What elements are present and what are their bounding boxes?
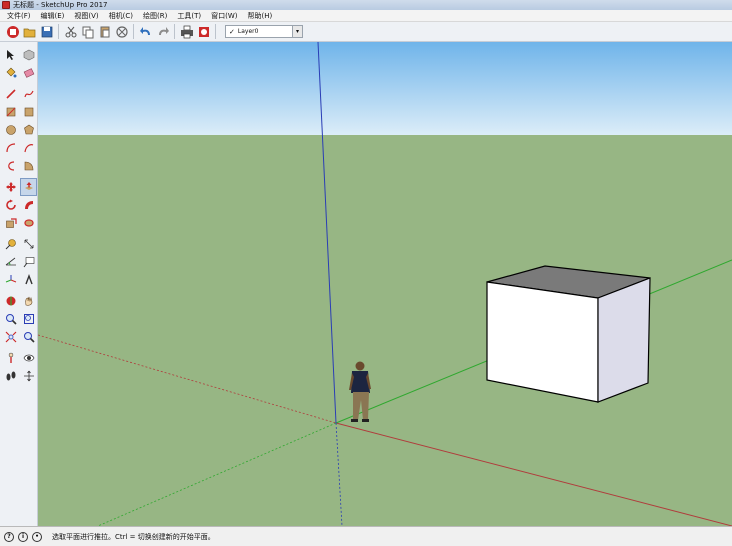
arc-icon[interactable] [2,139,19,157]
undo-icon[interactable] [137,23,154,40]
paint-bucket-icon[interactable] [2,64,19,82]
walk-icon[interactable] [2,367,19,385]
cut-icon[interactable] [62,23,79,40]
menu-window[interactable]: 窗口(W) [206,11,242,21]
layer-dropdown[interactable]: ✓ Layer0 ▾ [225,25,303,38]
dimension-icon[interactable] [20,235,37,253]
look-around-icon[interactable] [20,349,37,367]
new-file-icon[interactable] [4,23,21,40]
toolbar-separator [215,24,216,39]
print-icon[interactable] [178,23,195,40]
status-bar: ? i • 选取平面进行推拉。Ctrl = 切换创建新的开始平面。 [0,526,732,546]
rotate-icon[interactable] [2,196,19,214]
layer-dropdown-value: Layer0 [237,28,259,35]
save-icon[interactable] [38,23,55,40]
zoom-extents-icon[interactable] [2,328,19,346]
component-icon[interactable] [20,46,37,64]
chevron-down-icon[interactable]: ▾ [292,26,302,37]
section-plane-icon[interactable] [20,367,37,385]
freehand-icon[interactable] [20,85,37,103]
axes-icon[interactable] [2,271,19,289]
sky [38,42,732,135]
large-tool-set [0,42,38,526]
menu-file[interactable]: 文件(F) [2,11,36,21]
pie-icon[interactable] [20,157,37,175]
open-folder-icon[interactable] [21,23,38,40]
menu-draw[interactable]: 绘图(R) [138,11,172,21]
paste-icon[interactable] [96,23,113,40]
two-point-arc-icon[interactable] [20,139,37,157]
eraser-icon[interactable] [20,64,37,82]
figure-right-shoe [362,419,369,422]
figure-head [355,361,365,371]
rectangle-icon[interactable] [2,103,19,121]
polygon-icon[interactable] [20,121,37,139]
status-message: 选取平面进行推拉。Ctrl = 切换创建新的开始平面。 [52,532,215,541]
tape-measure-icon[interactable] [2,235,19,253]
toolbar-separator [174,24,175,39]
menu-bar: 文件(F) 编辑(E) 视图(V) 相机(C) 绘图(R) 工具(T) 窗口(W… [0,10,732,22]
zoom-icon[interactable] [2,310,19,328]
rotated-rectangle-icon[interactable] [20,103,37,121]
title-bar: 无标题 - SketchUp Pro 2017 [0,0,732,10]
figure-shirt [351,371,370,393]
offset-icon[interactable] [20,214,37,232]
toolbar-separator [58,24,59,39]
pan-icon[interactable] [20,292,37,310]
position-camera-icon[interactable] [2,349,19,367]
redo-icon[interactable] [154,23,171,40]
menu-help[interactable]: 帮助(H) [242,11,277,21]
model-viewport[interactable] [38,42,732,526]
push-pull-icon[interactable] [20,178,37,196]
box-side-face[interactable] [597,277,651,403]
credits-icon[interactable]: i [18,531,28,542]
erase-icon[interactable] [113,23,130,40]
scale-icon[interactable] [2,214,19,232]
sketchup-app-icon[interactable] [2,1,10,9]
circle-icon[interactable] [2,121,19,139]
window-title: 无标题 - SketchUp Pro 2017 [13,1,108,9]
move-icon[interactable] [2,178,19,196]
toolbar-separator [133,24,134,39]
user-icon[interactable]: • [32,531,42,542]
menu-tools[interactable]: 工具(T) [172,11,206,21]
menu-view[interactable]: 视图(V) [69,11,103,21]
three-point-arc-icon[interactable] [2,157,19,175]
follow-me-icon[interactable] [20,196,37,214]
geo-location-icon[interactable]: ? [4,531,14,542]
select-icon[interactable] [2,46,19,64]
figure-left-shoe [351,419,358,422]
orbit-icon[interactable] [2,292,19,310]
zoom-window-icon[interactable] [20,310,37,328]
box-model[interactable] [486,265,651,403]
3d-text-icon[interactable] [20,271,37,289]
check-icon: ✓ [229,27,235,36]
menu-camera[interactable]: 相机(C) [104,11,138,21]
protractor-icon[interactable] [2,253,19,271]
viewport-canvas [38,42,732,526]
line-icon[interactable] [2,85,19,103]
menu-edit[interactable]: 编辑(E) [36,11,70,21]
copy-icon[interactable] [79,23,96,40]
previous-view-icon[interactable] [20,328,37,346]
standard-toolbar: ✓ Layer0 ▾ [0,22,732,42]
text-icon[interactable] [20,253,37,271]
model-info-icon[interactable] [195,23,212,40]
